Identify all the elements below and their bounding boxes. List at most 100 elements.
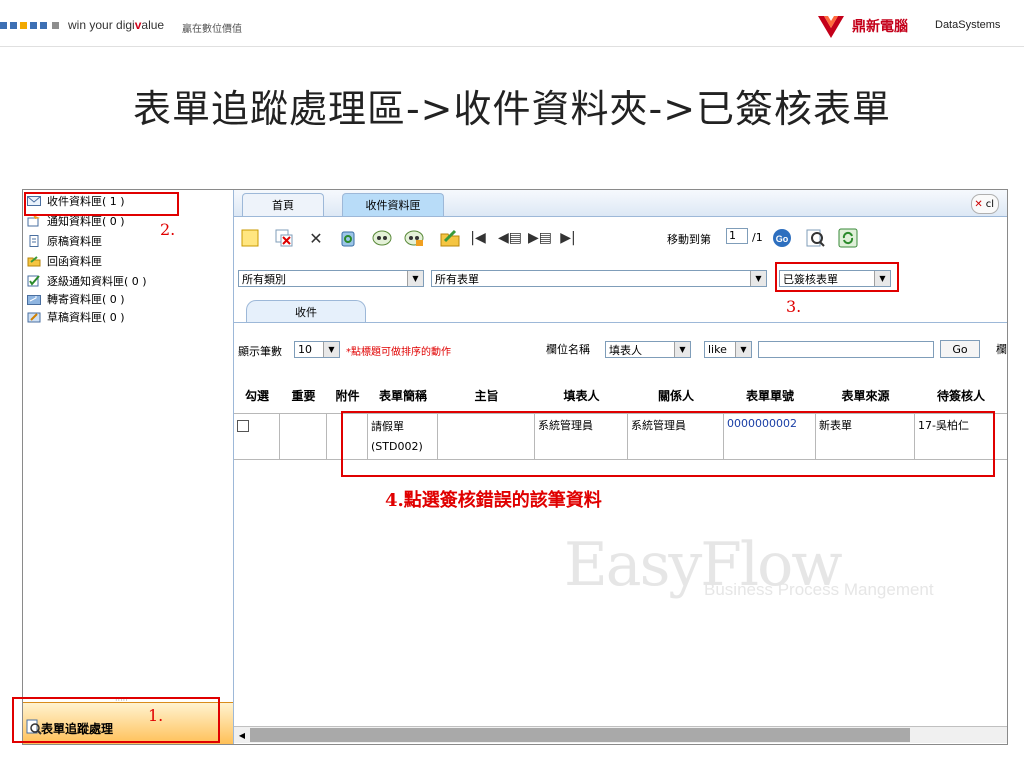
slogan-suffix: alue <box>141 18 165 32</box>
go-page-icon[interactable]: Go <box>772 228 792 248</box>
brand-square <box>10 22 17 29</box>
chevron-down-icon: ▼ <box>323 342 339 357</box>
brand-square <box>52 22 59 29</box>
brand-square <box>40 22 47 29</box>
highlight-form-tracking <box>12 697 220 743</box>
refresh-icon[interactable] <box>838 228 858 248</box>
col-header-form-name[interactable]: 表單簡稱 <box>368 377 439 414</box>
row-important-cell <box>280 414 327 460</box>
annotation-step-1: 1. <box>148 706 164 725</box>
page-number-input[interactable]: 1 <box>726 228 748 244</box>
prev-page-icon[interactable]: ◀▤ <box>498 228 522 248</box>
read-icon[interactable] <box>372 228 392 248</box>
sort-hint: *點標題可做排序的動作 <box>346 347 451 358</box>
tab-received[interactable]: 收件 <box>246 300 366 323</box>
field-name-select[interactable]: 填表人 ▼ <box>605 341 691 358</box>
chevron-down-icon: ▼ <box>750 271 766 286</box>
last-page-icon[interactable]: ▶| <box>558 228 578 248</box>
form-select-value: 所有表單 <box>435 272 479 286</box>
tab-bar: 首頁 收件資料匣 ✕ cl <box>234 190 1007 217</box>
sidebar: 收件資料匣( 1 ) 通知資料匣( 0 ) 原稿資料匣 回函資料匣 逐級通知資料… <box>23 190 234 744</box>
scroll-left-icon[interactable]: ◀ <box>234 727 250 743</box>
operator-select[interactable]: like ▼ <box>704 341 752 358</box>
highlight-record-row <box>341 411 995 477</box>
go-button[interactable]: Go <box>940 340 980 358</box>
close-button[interactable]: ✕ cl <box>971 194 999 214</box>
col-header-filler[interactable]: 填表人 <box>535 377 629 414</box>
slogan-chinese: 贏在數位價值 <box>182 24 242 35</box>
row-checkbox[interactable] <box>237 420 249 432</box>
scrollbar-thumb[interactable] <box>250 728 910 742</box>
form-select[interactable]: 所有表單 ▼ <box>431 270 767 287</box>
page-total: /1 <box>752 231 763 244</box>
next-page-icon[interactable]: ▶▤ <box>528 228 552 248</box>
document-icon <box>29 235 39 247</box>
annotation-step-4: 4.點選簽核錯誤的該筆資料 <box>385 490 602 511</box>
category-select-value: 所有類別 <box>242 272 286 286</box>
brand-name-english: DataSystems <box>935 19 1001 31</box>
first-page-icon[interactable]: |◀ <box>468 228 488 248</box>
sidebar-item-step-notify[interactable]: 逐級通知資料匣( 0 ) <box>27 272 147 290</box>
annotation-step-3: 3. <box>786 297 802 316</box>
horizontal-scrollbar[interactable]: ◀ <box>234 726 1007 743</box>
notify-icon <box>27 215 40 227</box>
checklist-icon <box>27 275 40 287</box>
operator-value: like <box>708 343 727 356</box>
folder-move-icon[interactable] <box>440 228 460 248</box>
col-header-source[interactable]: 表單來源 <box>816 377 916 414</box>
reply-folder-icon <box>27 256 41 267</box>
col-header-form-no[interactable]: 表單單號 <box>724 377 817 414</box>
tab-home[interactable]: 首頁 <box>242 193 324 216</box>
highlight-inbox <box>24 192 179 216</box>
easyflow-watermark-subtitle: Business Process Mangement <box>704 580 934 599</box>
cut-label: 欄 <box>996 343 1007 356</box>
company-logo-icon <box>818 16 844 38</box>
show-count-value: 10 <box>298 343 312 356</box>
field-name-label: 欄位名稱 <box>546 343 590 356</box>
select-all-icon[interactable] <box>240 228 260 248</box>
sidebar-item-label: 轉寄資料匣( 0 ) <box>47 293 125 306</box>
deselect-icon[interactable] <box>274 228 294 248</box>
sidebar-item-reply[interactable]: 回函資料匣 <box>27 252 102 270</box>
recycle-icon[interactable] <box>338 228 358 248</box>
col-header-important[interactable]: 重要 <box>280 377 328 414</box>
annotation-step-2: 2. <box>160 220 176 239</box>
col-header-check[interactable]: 勾選 <box>234 377 281 414</box>
slogan: win your digivalue <box>68 18 164 32</box>
sidebar-item-label: 逐級通知資料匣( 0 ) <box>47 275 147 288</box>
brand-name-chinese: 鼎新電腦 <box>852 19 908 35</box>
show-count-label: 顯示筆數 <box>238 345 282 358</box>
search-input[interactable] <box>758 341 934 358</box>
category-select[interactable]: 所有類別 ▼ <box>238 270 424 287</box>
col-header-subject[interactable]: 主旨 <box>438 377 536 414</box>
sidebar-item-drafts[interactable]: 草稿資料匣( 0 ) <box>27 308 125 326</box>
brand-square <box>0 22 7 29</box>
col-header-related[interactable]: 關係人 <box>628 377 725 414</box>
row-checkbox-cell <box>234 414 280 460</box>
draft-icon <box>27 312 41 323</box>
chevron-down-icon: ▼ <box>674 342 690 357</box>
col-header-attachment[interactable]: 附件 <box>327 377 369 414</box>
col-header-pending-signer[interactable]: 待簽核人 <box>915 377 1007 414</box>
tab-inbox[interactable]: 收件資料匣 <box>342 193 444 216</box>
brand-square <box>30 22 37 29</box>
chevron-down-icon: ▼ <box>735 342 751 357</box>
field-name-value: 填表人 <box>609 343 642 357</box>
sidebar-item-label: 原稿資料匣 <box>47 235 102 248</box>
subtab-divider <box>234 322 1007 323</box>
toolbar: ✕ |◀ ◀▤ ▶▤ ▶| 移動到第 1 /1 Go <box>234 218 1007 254</box>
unread-icon[interactable] <box>404 228 424 248</box>
slogan-prefix: win your digi <box>68 18 135 32</box>
sidebar-item-label: 回函資料匣 <box>47 255 102 268</box>
sidebar-item-draft-original[interactable]: 原稿資料匣 <box>27 232 102 250</box>
banner-divider <box>0 46 1024 47</box>
show-count-select[interactable]: 10 ▼ <box>294 341 340 358</box>
brand-square <box>20 22 27 29</box>
svg-text:Go: Go <box>776 234 789 244</box>
close-label: cl <box>985 198 994 210</box>
move-to-label: 移動到第 <box>667 233 711 246</box>
search-icon[interactable] <box>806 228 826 248</box>
delete-icon[interactable]: ✕ <box>306 228 326 248</box>
close-icon: ✕ <box>974 198 983 210</box>
sidebar-item-forward[interactable]: 轉寄資料匣( 0 ) <box>27 290 125 308</box>
